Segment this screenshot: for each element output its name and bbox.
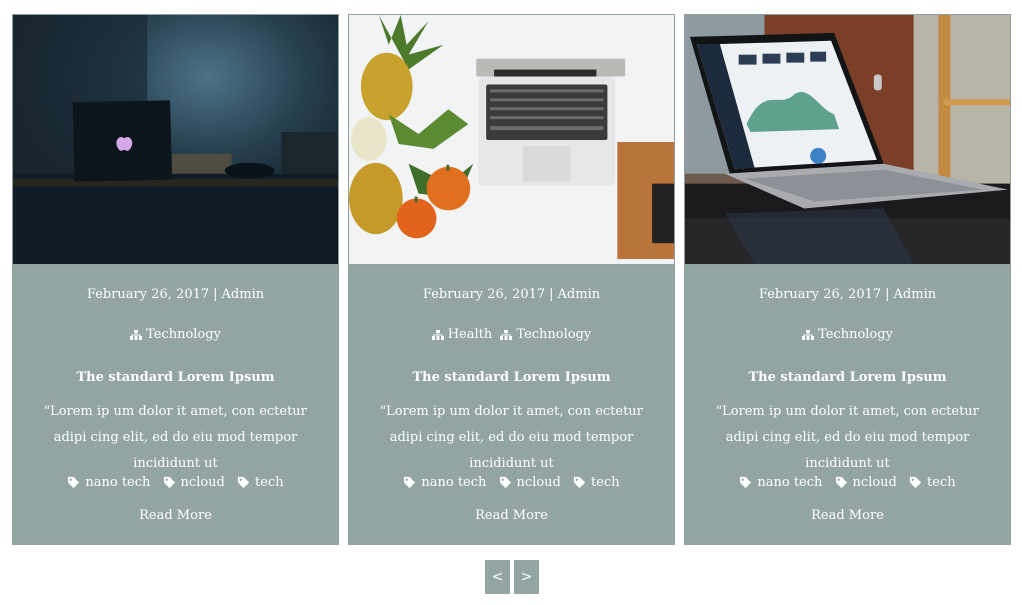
post-excerpt: "Lorem ip um dolor it amet, con ectetur …: [716, 404, 979, 471]
read-more-link[interactable]: Read More: [348, 508, 675, 523]
tag-icon: [835, 476, 847, 489]
tag-label: ncloud: [180, 475, 225, 490]
sitemap-icon: [802, 329, 815, 340]
laptop-dashboard-image: [685, 15, 1010, 264]
laptop-pineapples-image: [349, 15, 674, 264]
tag-label: nano tech: [757, 475, 823, 490]
post-body: February 26, 2017 | Admin Technology The s…: [12, 265, 339, 545]
sitemap-icon: [500, 329, 513, 340]
tag-link[interactable]: ncloud: [499, 475, 561, 490]
post-card: February 26, 2017 | Admin Health Technolog…: [348, 14, 675, 545]
post-thumbnail-dark-desk[interactable]: [12, 14, 339, 265]
tag-link[interactable]: ncloud: [835, 475, 897, 490]
dark-desk-laptop-image: [13, 15, 338, 264]
sitemap-icon: [431, 329, 444, 340]
category-label: Technology: [146, 327, 221, 342]
post-tags: nano tech ncloud tech: [348, 475, 675, 493]
post-tags: nano tech ncloud tech: [12, 475, 339, 493]
post-excerpt: "Lorem ip um dolor it amet, con ectetur …: [44, 404, 307, 471]
post-tags: nano tech ncloud tech: [684, 475, 1011, 493]
post-meta: February 26, 2017 | Admin: [348, 287, 675, 302]
tag-label: ncloud: [516, 475, 561, 490]
tag-label: tech: [591, 475, 620, 490]
post-author[interactable]: Admin: [558, 287, 601, 302]
sitemap-icon: [130, 329, 143, 340]
tag-link[interactable]: nano tech: [739, 475, 822, 490]
tag-link[interactable]: nano tech: [403, 475, 486, 490]
post-author[interactable]: Admin: [222, 287, 265, 302]
post-title[interactable]: The standard Lorem Ipsum: [12, 370, 339, 385]
post-title[interactable]: The standard Lorem Ipsum: [348, 370, 675, 385]
post-thumbnail-laptop-pineapples[interactable]: [348, 14, 675, 265]
tag-link[interactable]: tech: [237, 475, 284, 490]
tag-icon: [499, 476, 511, 489]
tag-icon: [163, 476, 175, 489]
post-author[interactable]: Admin: [894, 287, 937, 302]
post-body: February 26, 2017 | Admin Technology The s…: [684, 265, 1011, 545]
post-date[interactable]: February 26, 2017: [759, 287, 881, 302]
category-link-technology[interactable]: Technology: [500, 327, 591, 342]
post-thumbnail-laptop-dashboard[interactable]: [684, 14, 1011, 265]
category-label: Technology: [818, 327, 893, 342]
category-label: Health: [447, 327, 493, 342]
post-body: February 26, 2017 | Admin Health Technolog…: [348, 265, 675, 545]
post-categories: Technology: [12, 327, 339, 344]
category-link-health[interactable]: Health: [431, 327, 493, 342]
post-title[interactable]: The standard Lorem Ipsum: [684, 370, 1011, 385]
prev-button[interactable]: <: [485, 560, 510, 594]
tag-icon: [573, 476, 586, 489]
tag-icon: [237, 476, 250, 489]
post-card: February 26, 2017 | Admin Technology The s…: [684, 14, 1011, 545]
category-link-technology[interactable]: Technology: [130, 327, 221, 342]
post-date[interactable]: February 26, 2017: [87, 287, 209, 302]
tag-icon: [740, 476, 752, 489]
tag-icon: [68, 476, 80, 489]
tag-label: ncloud: [852, 475, 897, 490]
tag-link[interactable]: tech: [573, 475, 620, 490]
tag-label: tech: [255, 475, 284, 490]
tag-link[interactable]: ncloud: [163, 475, 225, 490]
read-more-link[interactable]: Read More: [12, 508, 339, 523]
tag-link[interactable]: tech: [909, 475, 956, 490]
tag-label: nano tech: [421, 475, 487, 490]
meta-separator: |: [549, 287, 554, 302]
tag-icon: [404, 476, 416, 489]
category-link-technology[interactable]: Technology: [802, 327, 893, 342]
post-categories: Health Technology: [348, 327, 675, 344]
next-button[interactable]: >: [514, 560, 539, 594]
meta-separator: |: [213, 287, 218, 302]
tag-link[interactable]: nano tech: [67, 475, 150, 490]
post-meta: February 26, 2017 | Admin: [684, 287, 1011, 302]
post-date[interactable]: February 26, 2017: [423, 287, 545, 302]
read-more-link[interactable]: Read More: [684, 508, 1011, 523]
meta-separator: |: [885, 287, 890, 302]
tag-icon: [909, 476, 922, 489]
post-card: February 26, 2017 | Admin Technology The s…: [12, 14, 339, 545]
post-categories: Technology: [684, 327, 1011, 344]
post-grid: February 26, 2017 | Admin Technology The s…: [12, 14, 1011, 545]
post-excerpt: "Lorem ip um dolor it amet, con ectetur …: [380, 404, 643, 471]
category-label: Technology: [516, 327, 592, 342]
post-meta: February 26, 2017 | Admin: [12, 287, 339, 302]
carousel-pager: < >: [485, 560, 539, 594]
tag-label: nano tech: [85, 475, 151, 490]
tag-label: tech: [927, 475, 956, 490]
